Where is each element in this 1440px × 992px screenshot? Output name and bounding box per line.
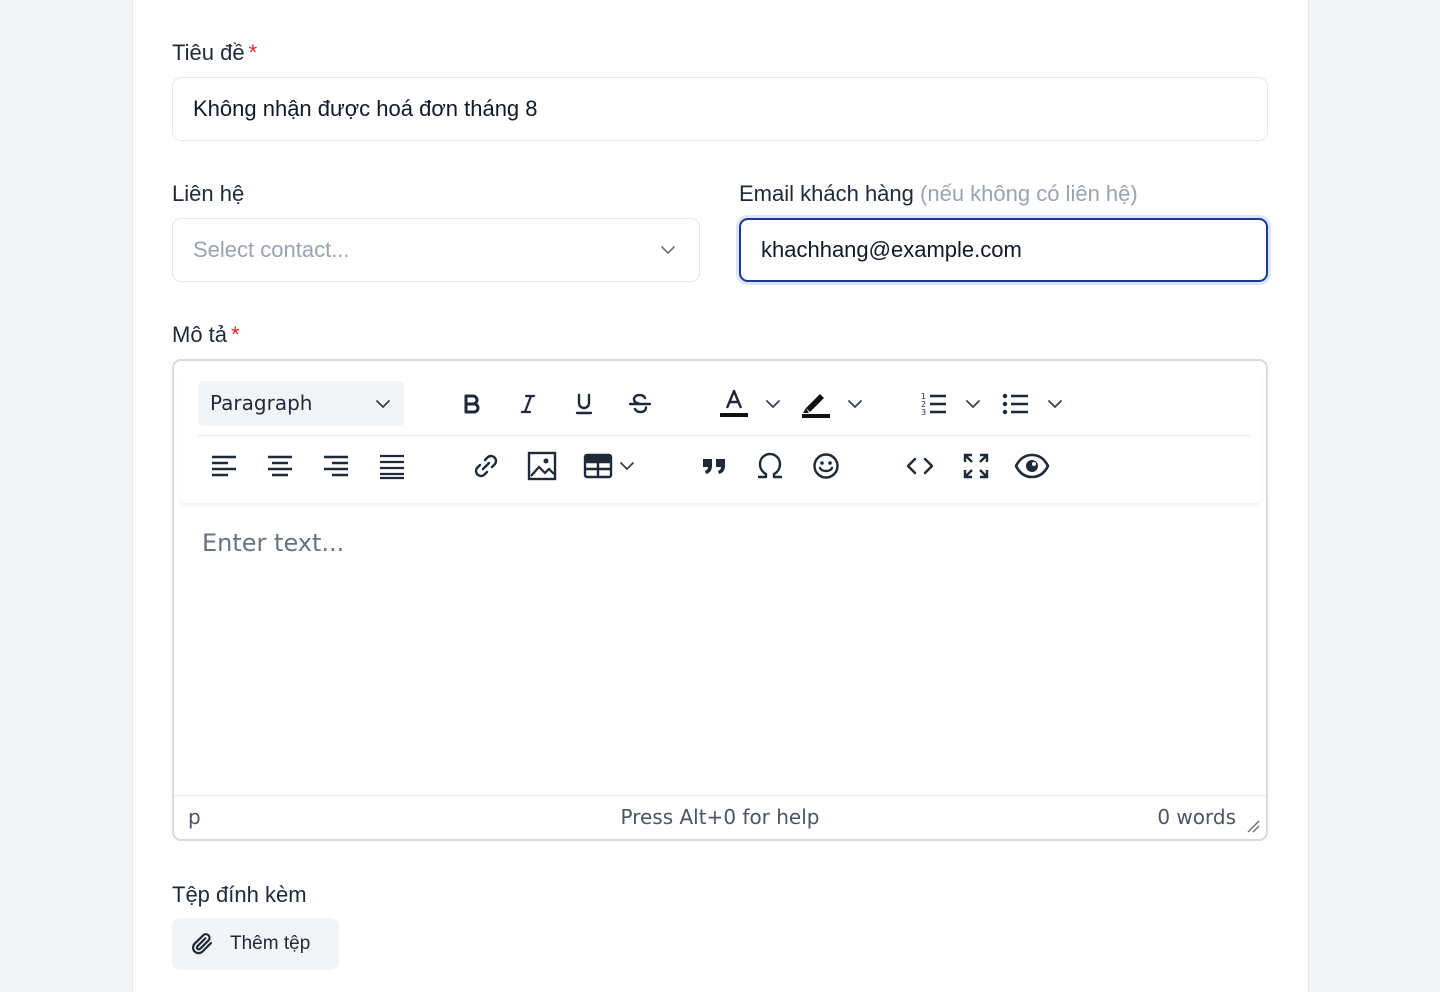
contact-select-placeholder: Select contact... — [193, 237, 350, 262]
omega-icon — [758, 452, 782, 479]
email-input-value: khachhang@example.com — [761, 237, 1022, 262]
image-icon — [527, 451, 557, 481]
block-format-select[interactable]: Paragraph — [198, 381, 404, 426]
strikethrough-icon — [628, 393, 652, 414]
numbered-list-dropdown[interactable] — [964, 384, 982, 424]
align-center-button[interactable] — [260, 446, 300, 486]
italic-button[interactable] — [508, 384, 548, 424]
add-file-button[interactable]: Thêm tệp — [172, 918, 339, 970]
fullscreen-icon — [963, 453, 989, 479]
align-right-button[interactable] — [316, 446, 356, 486]
chevron-down-icon — [661, 246, 675, 254]
table-button[interactable] — [578, 446, 618, 486]
email-input[interactable]: khachhang@example.com — [739, 218, 1268, 282]
description-label-text: Mô tả — [172, 322, 228, 347]
align-right-icon — [324, 455, 348, 477]
contact-label: Liên hệ — [172, 181, 245, 206]
emoji-icon — [813, 453, 839, 479]
toolbar-divider — [198, 435, 1250, 436]
help-hint: Press Alt+0 for help — [620, 805, 820, 829]
bullet-list-button[interactable] — [996, 384, 1036, 424]
link-button[interactable] — [466, 446, 506, 486]
preview-icon — [1014, 453, 1050, 479]
chevron-down-icon — [848, 400, 862, 409]
italic-icon — [520, 394, 536, 414]
title-label: Tiêu đề * — [172, 40, 257, 66]
attachments-label: Tệp đính kèm — [172, 882, 307, 907]
editor-placeholder: Enter text... — [202, 529, 345, 557]
add-file-button-label: Thêm tệp — [230, 933, 311, 954]
highlight-icon — [802, 394, 830, 418]
align-justify-button[interactable] — [372, 446, 412, 486]
text-color-icon — [720, 389, 748, 417]
chevron-down-icon — [376, 400, 390, 408]
underline-button[interactable] — [564, 384, 604, 424]
required-mark: * — [231, 322, 240, 347]
emoji-button[interactable] — [806, 446, 846, 486]
title-input[interactable]: Không nhận được hoá đơn tháng 8 — [172, 77, 1268, 141]
bullet-list-icon — [1002, 393, 1028, 415]
preview-button[interactable] — [1012, 446, 1052, 486]
underline-icon — [575, 393, 593, 415]
email-label-text: Email khách hàng — [739, 181, 914, 206]
source-code-button[interactable] — [900, 446, 940, 486]
text-color-button[interactable] — [714, 384, 754, 424]
contact-select[interactable]: Select contact... — [172, 218, 700, 282]
paperclip-icon — [192, 933, 213, 955]
fullscreen-button[interactable] — [956, 446, 996, 486]
highlight-dropdown[interactable] — [846, 384, 864, 424]
numbered-list-icon: 123 — [921, 392, 946, 417]
block-format-value: Paragraph — [210, 391, 313, 415]
chevron-down-icon — [966, 400, 980, 409]
description-label: Mô tả * — [172, 322, 240, 348]
blockquote-button[interactable] — [694, 446, 734, 486]
table-icon — [583, 453, 613, 479]
strikethrough-button[interactable] — [620, 384, 660, 424]
chevron-down-icon — [1048, 400, 1062, 409]
bullet-list-dropdown[interactable] — [1046, 384, 1064, 424]
align-left-button[interactable] — [204, 446, 244, 486]
highlight-button[interactable] — [796, 384, 836, 424]
table-dropdown[interactable] — [618, 446, 636, 486]
editor-statusbar: p Press Alt+0 for help 0 words — [174, 795, 1266, 839]
editor-toolbar: Paragraph 123 — [180, 365, 1262, 503]
align-left-icon — [212, 455, 236, 477]
bold-icon — [464, 394, 480, 414]
title-input-value: Không nhận được hoá đơn tháng 8 — [193, 96, 538, 121]
image-button[interactable] — [522, 446, 562, 486]
editor-content[interactable]: Enter text... — [202, 529, 344, 557]
rich-text-editor: Paragraph 123 Enter text... p Press Alt+… — [172, 359, 1268, 841]
align-center-icon — [268, 455, 292, 477]
text-color-dropdown[interactable] — [764, 384, 782, 424]
chevron-down-icon — [766, 400, 780, 409]
align-justify-icon — [380, 454, 404, 480]
link-icon — [474, 454, 498, 478]
title-label-text: Tiêu đề — [172, 40, 245, 65]
email-label-hint: (nếu không có liên hệ) — [920, 181, 1138, 206]
special-character-button[interactable] — [750, 446, 790, 486]
required-mark: * — [248, 40, 258, 65]
chevron-down-icon — [620, 462, 634, 471]
quote-icon — [703, 459, 725, 474]
code-icon — [906, 457, 934, 475]
resize-handle-icon[interactable] — [1246, 819, 1260, 833]
email-label: Email khách hàng (nếu không có liên hệ) — [739, 181, 1138, 207]
svg-text:3: 3 — [921, 408, 926, 417]
word-count[interactable]: 0 words — [1157, 805, 1236, 829]
numbered-list-button[interactable]: 123 — [914, 384, 954, 424]
bold-button[interactable] — [452, 384, 492, 424]
